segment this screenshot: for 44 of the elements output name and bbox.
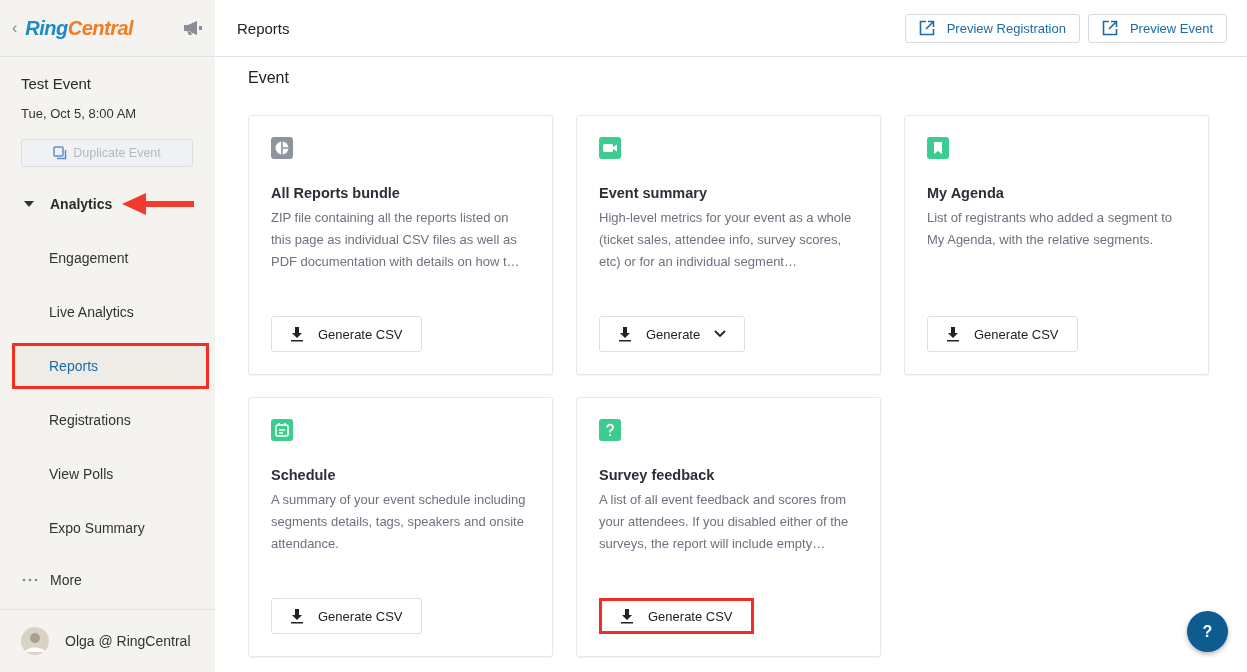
card-title: Event summary (599, 185, 708, 201)
external-link-icon (918, 20, 935, 36)
card-title: My Agenda (927, 185, 1005, 201)
event-title: Test Event (21, 75, 93, 92)
generate-button[interactable]: Generate CSV (599, 598, 754, 634)
page-title: Reports (237, 19, 290, 37)
help-button[interactable]: ? (1187, 611, 1228, 652)
caret-icon[interactable] (24, 201, 34, 207)
more-link[interactable]: More (50, 572, 82, 588)
chevron-down-icon (714, 330, 727, 338)
card-description: High-level metrics for your event as a whole (ticket sales, attendee info, survey scores, etc) or for an individual segment… (599, 209, 853, 271)
nav-item[interactable]: View Polls (6, 451, 209, 497)
card-description: ZIP file containing all the reports listed on this page as individual CSV files as well as PDF documentation with details on how t… (271, 209, 521, 271)
download-icon (620, 608, 634, 624)
megaphone-icon[interactable] (183, 20, 203, 36)
section-title: Event (248, 69, 290, 87)
card-title: Schedule (271, 467, 337, 483)
event-date: Tue, Oct 5, 8:00 AM (21, 106, 138, 121)
download-icon (290, 326, 304, 342)
card-description: A summary of your event schedule including segments details, tags, speakers and onsite attendance. (271, 491, 527, 553)
card-description: List of registrants who added a segment to My Agenda, with the relative segments. (927, 209, 1173, 249)
preview-button[interactable]: Preview Event (1087, 13, 1227, 43)
download-icon (618, 326, 632, 342)
nav-item[interactable]: Expo Summary (6, 505, 209, 551)
generate-button[interactable]: Generate CSV (271, 598, 422, 634)
more-icon[interactable] (22, 578, 38, 582)
avatar-icon[interactable] (21, 627, 49, 655)
nav-item[interactable]: Engagement (6, 235, 209, 281)
download-icon (290, 608, 304, 624)
preview-button[interactable]: Preview Registration (904, 13, 1080, 43)
copy-icon (53, 146, 68, 160)
card-description: A list of all event feedback and scores from your attendees. If you disabled either of the surveys, the report will include empty… (599, 491, 850, 553)
download-icon (946, 326, 960, 342)
generate-button[interactable]: Generate CSV (271, 316, 422, 352)
external-link-icon (1101, 20, 1118, 36)
generate-button[interactable]: Generate (599, 316, 746, 352)
card-title: All Reports bundle (271, 185, 401, 201)
card-title: Survey feedback (599, 467, 716, 483)
nav-section-label[interactable]: Analytics (50, 196, 113, 212)
nav-item[interactable]: Live Analytics (6, 289, 209, 335)
nav-item[interactable]: Reports (12, 343, 209, 389)
generate-button[interactable]: Generate CSV (927, 316, 1078, 352)
nav-item[interactable]: Registrations (6, 397, 209, 443)
user-name[interactable]: Olga @ RingCentral (65, 633, 191, 649)
